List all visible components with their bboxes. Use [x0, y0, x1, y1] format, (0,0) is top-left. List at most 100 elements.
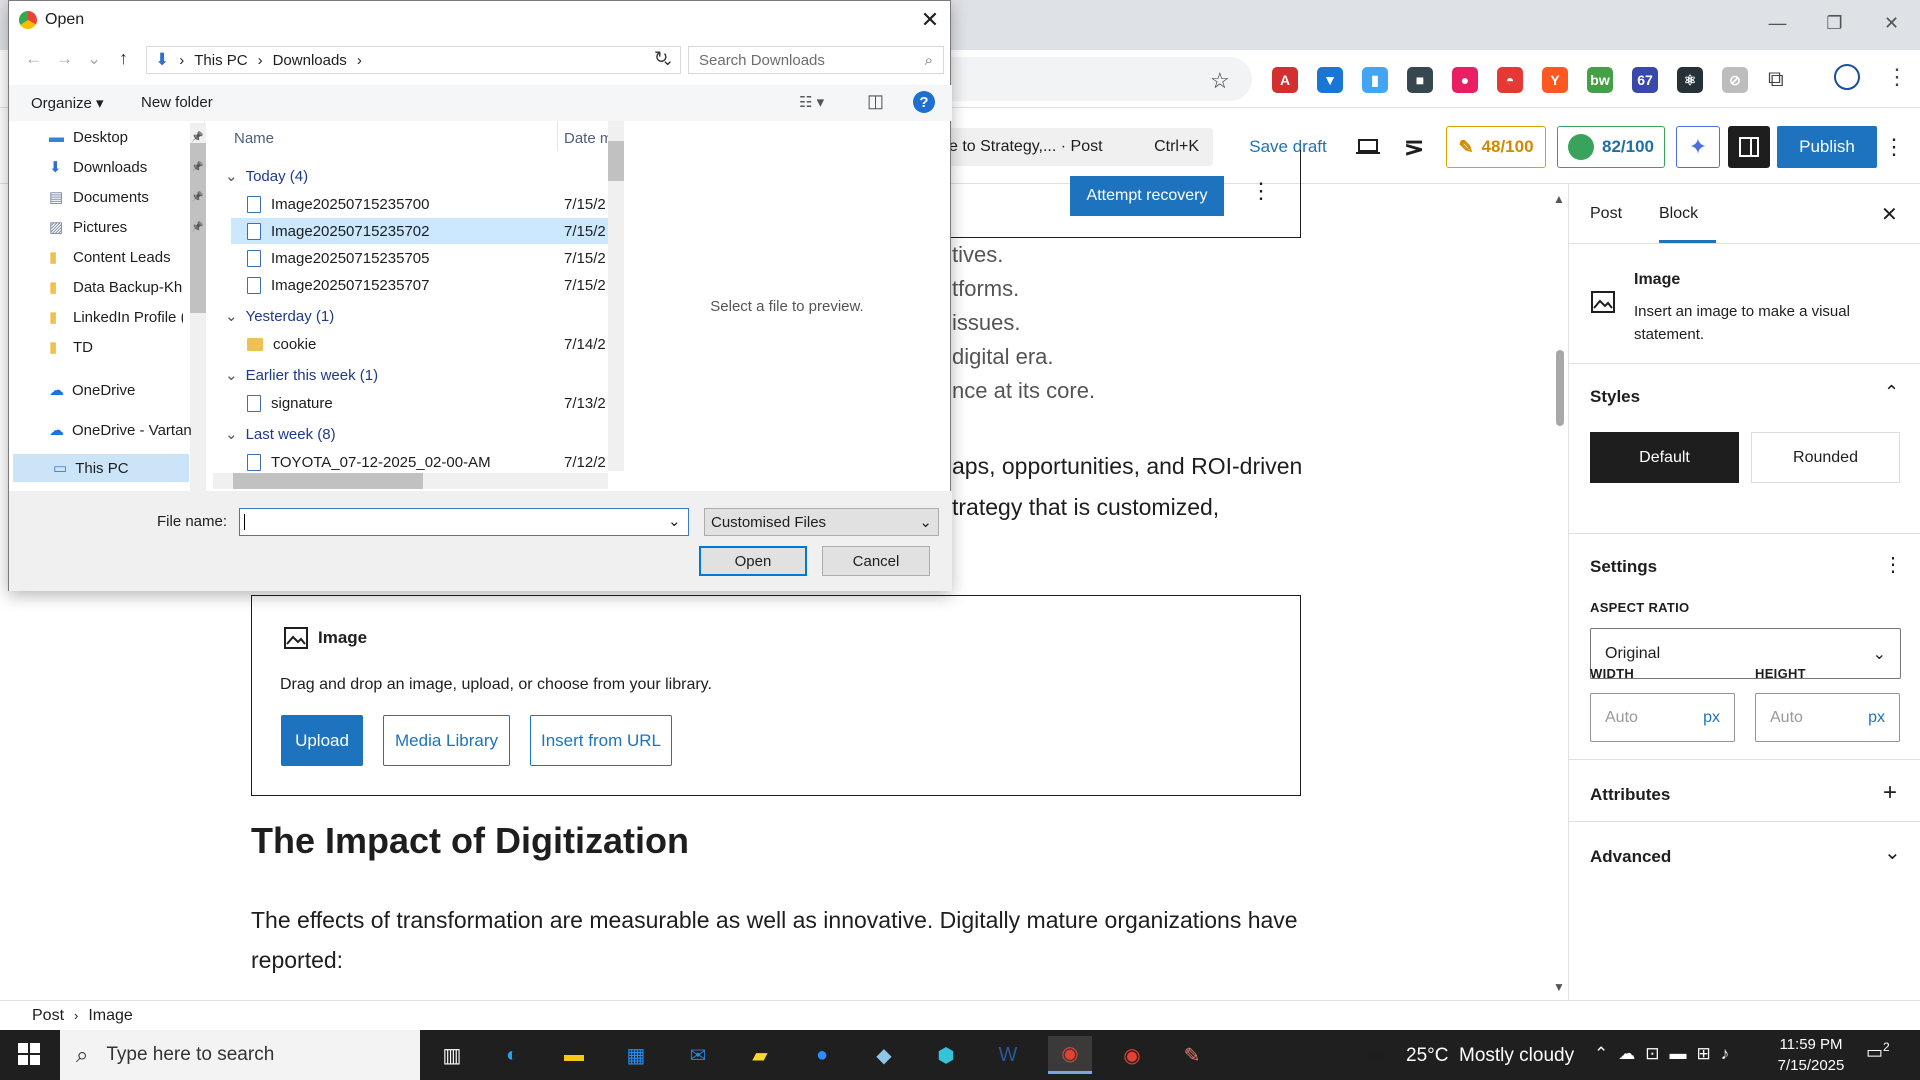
height-unit[interactable]: px — [1868, 709, 1885, 727]
nav-up-icon[interactable]: ↑ — [119, 48, 128, 69]
file-group-header[interactable]: ⌄ Today (4) — [225, 167, 308, 186]
aspect-ratio-select[interactable]: Original ⌄ — [1590, 628, 1901, 679]
refresh-icon[interactable]: ↻ — [654, 48, 668, 68]
view-options-icon[interactable]: ☷ ▾ — [799, 93, 824, 111]
preview-pane-icon[interactable]: ◫ — [867, 91, 884, 112]
width-unit[interactable]: px — [1703, 709, 1720, 727]
insert-from-url-button[interactable]: Insert from URL — [530, 715, 672, 766]
paragraph-block[interactable]: tives. tforms. issues. digital era. nce … — [952, 238, 1095, 408]
file-row[interactable]: signature 7/13/2 — [231, 390, 608, 416]
bookmark-star-icon[interactable]: ☆ — [1210, 68, 1230, 94]
doc-ext-icon[interactable]: ▮ — [1362, 67, 1388, 93]
tab-block[interactable]: Block — [1659, 205, 1716, 243]
recovery-options-icon[interactable]: ⋮ — [1250, 178, 1272, 204]
zoom-icon[interactable]: ● — [800, 1036, 844, 1074]
task-view-icon[interactable]: ▥ — [430, 1036, 474, 1074]
nav-item-documents[interactable]: ▤ Documents 📌 — [49, 185, 203, 209]
nav-onedrive[interactable]: ☁ OneDrive — [49, 381, 135, 400]
notes-app-icon[interactable]: ◆ — [862, 1036, 906, 1074]
clock[interactable]: 11:59 PM 7/15/2025 — [1770, 1034, 1852, 1076]
file-row[interactable]: Image20250715235702 7/15/2 — [231, 218, 608, 244]
ball-ext-icon[interactable]: ◓ — [1497, 67, 1523, 93]
extensions-puzzle-icon[interactable]: ⧉ — [1768, 66, 1784, 92]
mail-icon[interactable]: ✉ — [676, 1036, 720, 1074]
sticky-notes-icon[interactable]: ▰ — [738, 1036, 782, 1074]
chevron-down-icon[interactable]: ⌄ — [1884, 840, 1901, 865]
open-button[interactable]: Open — [699, 546, 807, 576]
filetype-select[interactable]: Customised Files ⌄ — [704, 508, 939, 536]
help-icon[interactable]: ? — [913, 91, 935, 113]
file-row[interactable]: TOYOTA_07-12-2025_02-00-AM 7/12/2 — [231, 449, 608, 473]
minimize-button[interactable]: — — [1749, 0, 1806, 46]
react-ext-icon[interactable]: ⚛ — [1677, 67, 1703, 93]
file-hscrollbar-thumb[interactable] — [233, 473, 423, 489]
filename-dropdown-icon[interactable]: ⌄ — [668, 512, 681, 530]
file-group-header[interactable]: ⌄ Last week (8) — [225, 425, 336, 444]
chrome-icon[interactable]: ◉ — [1048, 1036, 1092, 1074]
file-explorer-icon[interactable]: ▬ — [552, 1036, 596, 1074]
dialog-close-button[interactable]: ✕ — [909, 1, 951, 39]
vpn-app-icon[interactable]: ⬢ — [924, 1036, 968, 1074]
paint-icon[interactable]: ✎ — [1170, 1036, 1214, 1074]
weather-cloud-icon[interactable]: ☁ — [1365, 1040, 1387, 1066]
file-vertical-scrollbar[interactable] — [608, 121, 624, 471]
height-input[interactable]: Auto px — [1755, 693, 1900, 742]
nav-item-td[interactable]: ▮ TD — [49, 335, 183, 359]
nav-onedrive-business[interactable]: ☁ OneDrive - Vartan — [49, 421, 192, 440]
edge-icon[interactable]: ◐ — [490, 1036, 534, 1074]
browser-menu-icon[interactable]: ⋮ — [1886, 64, 1908, 90]
address-bar[interactable] — [940, 57, 1252, 101]
paragraph-block-2[interactable]: aps, opportunities, and ROI-driven trate… — [952, 446, 1302, 528]
seo-tools-icon[interactable]: ⋝ — [1396, 126, 1432, 168]
nav-item-desktop[interactable]: ▬ Desktop 📌 — [49, 125, 203, 149]
organize-button[interactable]: Organize ▾ — [31, 94, 104, 112]
file-scrollbar-thumb[interactable] — [608, 141, 624, 181]
canvas-scrollbar-thumb[interactable] — [1556, 350, 1564, 426]
file-group-header[interactable]: ⌄ Yesterday (1) — [225, 307, 334, 326]
attributes-panel[interactable]: Attributes + — [1569, 760, 1920, 822]
tab-post[interactable]: Post — [1590, 205, 1622, 223]
windows-start-icon[interactable] — [18, 1043, 40, 1065]
style-rounded-button[interactable]: Rounded — [1751, 432, 1900, 483]
scroll-up-icon[interactable]: ▲ — [1553, 192, 1565, 206]
body-paragraph[interactable]: The effects of transformation are measur… — [251, 900, 1311, 980]
video-ext-icon[interactable]: ■ — [1407, 67, 1433, 93]
width-input[interactable]: Auto px — [1590, 693, 1735, 742]
publish-button[interactable]: Publish — [1777, 126, 1877, 168]
nav-item-content-leads[interactable]: ▮ Content Leads — [49, 245, 183, 269]
preview-device-icon[interactable] — [1350, 126, 1386, 168]
chevron-up-icon[interactable]: ⌃ — [1884, 382, 1899, 403]
breadcrumb-image[interactable]: Image — [88, 1007, 132, 1025]
advanced-panel[interactable]: Advanced ⌄ — [1569, 822, 1920, 882]
weather-text[interactable]: 25°C Mostly cloudy — [1406, 1045, 1574, 1067]
nav-this-pc[interactable]: ▭ This PC — [13, 454, 189, 482]
close-sidebar-icon[interactable]: ✕ — [1881, 202, 1898, 227]
restore-button[interactable]: ❐ — [1806, 0, 1863, 46]
file-row[interactable]: Image20250715235707 7/15/2 — [231, 272, 608, 298]
breadcrumb-post[interactable]: Post — [32, 1007, 64, 1025]
pdf-ext-icon[interactable]: A — [1272, 67, 1298, 93]
file-horizontal-scrollbar[interactable] — [213, 473, 608, 489]
attempt-recovery-button[interactable]: Attempt recovery — [1070, 176, 1224, 216]
close-window-button[interactable]: ✕ — [1863, 0, 1920, 46]
shield-ext-icon[interactable]: ▼ — [1317, 67, 1343, 93]
scroll-down-icon[interactable]: ▼ — [1553, 980, 1565, 994]
settings-sidebar-toggle-icon[interactable] — [1728, 126, 1770, 168]
dialog-address-bar[interactable]: ⬇ › This PC › Downloads › ⌄ — [146, 46, 681, 74]
media-library-button[interactable]: Media Library — [383, 715, 510, 766]
section-heading[interactable]: The Impact of Digitization — [251, 820, 689, 862]
nav-item-pictures[interactable]: ▨ Pictures 📌 — [49, 215, 203, 239]
bw-ext-icon[interactable]: bw — [1587, 67, 1613, 93]
plus-icon[interactable]: + — [1883, 779, 1897, 807]
file-row[interactable]: cookie 7/14/2 — [231, 331, 608, 357]
word-icon[interactable]: W — [986, 1036, 1030, 1074]
address-segment-downloads[interactable]: Downloads — [273, 52, 347, 69]
store-icon[interactable]: ▦ — [614, 1036, 658, 1074]
new-folder-button[interactable]: New folder — [141, 94, 213, 111]
upload-button[interactable]: Upload — [281, 715, 363, 766]
dialog-search-input[interactable]: Search Downloads ⌕ — [688, 46, 944, 74]
compass-ext-icon[interactable]: ⊘ — [1722, 67, 1748, 93]
style-default-button[interactable]: Default — [1590, 432, 1739, 483]
filename-input[interactable]: ⌄ — [239, 508, 689, 536]
profile-avatar-icon[interactable] — [1834, 64, 1860, 90]
